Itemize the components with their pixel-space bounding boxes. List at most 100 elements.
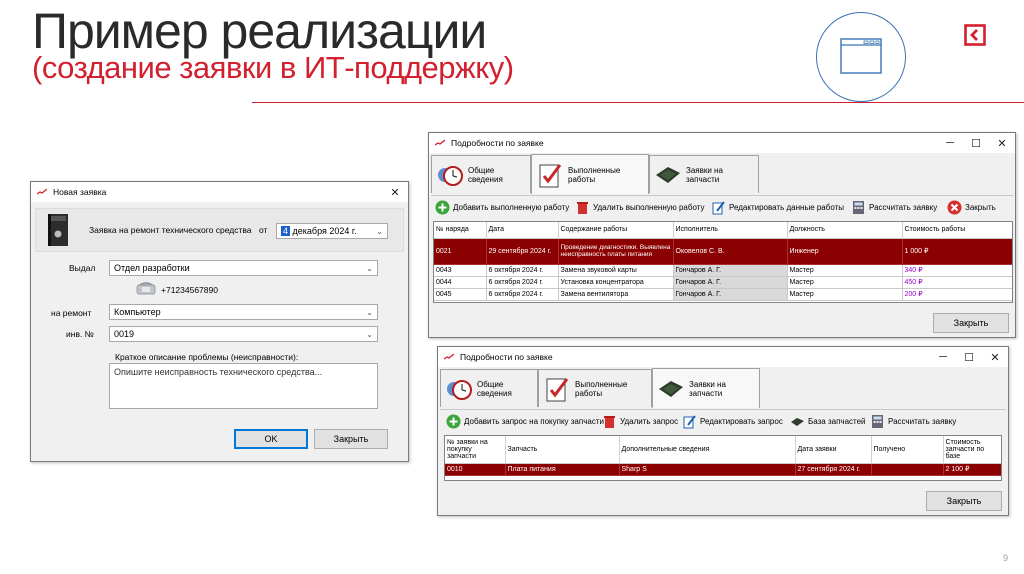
table-cell: 6 октября 2024 г. xyxy=(486,276,559,289)
table-cell: 0044 xyxy=(434,276,487,289)
inv-select[interactable]: 0019 ⌄ xyxy=(109,326,378,342)
edit-request-button[interactable]: Редактировать запрос xyxy=(682,414,783,429)
close-icon[interactable]: ✕ xyxy=(382,182,408,202)
tab-parts-label: Заявки на запчасти xyxy=(689,379,726,398)
edit-work-button[interactable]: Редактировать данные работы xyxy=(711,200,844,215)
parts-grid[interactable]: № заявки на покупку запчасти Запчасть До… xyxy=(444,435,1002,481)
tab-general[interactable]: Общие сведения xyxy=(431,155,531,193)
tab-general-label: Общие сведения xyxy=(477,379,512,398)
col-header[interactable]: № заявки на покупку запчасти xyxy=(445,436,506,464)
calculate-button[interactable]: Рассчитать заявку xyxy=(851,200,937,215)
table-cell: Гончаров А. Г. xyxy=(673,264,788,277)
table-cell: 6 октября 2024 г. xyxy=(486,288,559,301)
table-row[interactable]: 0043 6 октября 2024 г. Замена звуковой к… xyxy=(434,264,1012,277)
tab-parts[interactable]: Заявки на запчасти xyxy=(649,155,759,193)
delete-work-label: Удалить выполненную работу xyxy=(593,203,705,212)
col-header[interactable]: Запчасть xyxy=(505,436,620,464)
tab-parts-label: Заявки на запчасти xyxy=(686,165,723,184)
minimize-icon[interactable]: ─ xyxy=(937,133,963,153)
edit-icon xyxy=(683,415,696,429)
date-picker[interactable]: 4 декабря 2024 г. ⌄ xyxy=(276,223,388,239)
trash-icon xyxy=(577,202,588,214)
add-work-button[interactable]: Добавить выполненную работу xyxy=(435,200,569,215)
maximize-icon[interactable]: ☐ xyxy=(963,133,989,153)
add-part-request-button[interactable]: Добавить запрос на покупку запчасти xyxy=(446,414,604,429)
back-arrow-icon[interactable] xyxy=(964,24,986,46)
issued-select[interactable]: Отдел разработки ⌄ xyxy=(109,260,378,276)
close-toolbar-button[interactable]: Закрыть xyxy=(947,200,996,215)
col-header[interactable]: Содержание работы xyxy=(558,222,674,239)
col-header[interactable]: Исполнитель xyxy=(673,222,788,239)
table-cell: 29 сентября 2024 г. xyxy=(486,238,559,265)
table-cell: Инженер xyxy=(787,238,903,265)
tab-general-label: Общие сведения xyxy=(468,165,503,184)
problem-label: Краткое описание проблемы (неисправности… xyxy=(115,352,299,362)
page-number: 9 xyxy=(1003,553,1009,563)
add-part-request-label: Добавить запрос на покупку запчасти xyxy=(464,417,604,426)
col-header[interactable]: Дата xyxy=(486,222,559,239)
table-cell: Замена вентилятора xyxy=(558,288,674,301)
col-header[interactable]: Дополнительные сведения xyxy=(619,436,796,464)
tab-bar: Общие сведения Выполненные работы Заявки… xyxy=(431,154,1013,195)
table-cell: 200 ₽ xyxy=(902,288,1012,301)
close-icon[interactable]: ✕ xyxy=(982,347,1008,367)
col-header[interactable]: Должность xyxy=(787,222,903,239)
edit-request-label: Редактировать запрос xyxy=(700,417,783,426)
calculate-label: Рассчитать заявку xyxy=(869,203,938,212)
table-row[interactable]: 0045 6 октября 2024 г. Замена вентилятор… xyxy=(434,288,1012,301)
table-row[interactable]: 0010 Плата питания Sharp S 27 сентября 2… xyxy=(445,463,1001,476)
table-cell: 27 сентября 2024 г. xyxy=(795,463,872,476)
close-icon[interactable]: ✕ xyxy=(989,133,1015,153)
clock-icon xyxy=(438,165,463,186)
works-grid[interactable]: № наряда Дата Содержание работы Исполнит… xyxy=(433,221,1013,303)
table-cell: Sharp S xyxy=(619,463,796,476)
tab-works[interactable]: Выполненные работы xyxy=(531,154,649,194)
table-cell: 0021 xyxy=(434,238,487,265)
close-button[interactable]: Закрыть xyxy=(314,429,388,449)
delete-request-button[interactable]: Удалить запрос xyxy=(602,414,678,429)
app-icon xyxy=(444,353,454,360)
close-button[interactable]: Закрыть xyxy=(926,491,1002,511)
window-title: Новая заявка xyxy=(53,187,107,197)
details-works-window: Подробности по заявке ─ ☐ ✕ Общие сведен… xyxy=(428,132,1016,338)
toolbar: Добавить выполненную работу Удалить выпо… xyxy=(431,195,1013,219)
chevron-down-icon: ⌄ xyxy=(366,330,373,339)
chevron-down-icon: ⌄ xyxy=(366,264,373,273)
calculator-icon xyxy=(872,415,883,428)
maximize-icon[interactable]: ☐ xyxy=(956,347,982,367)
col-header[interactable]: Стоимость запчасти по базе xyxy=(943,436,1001,464)
tab-parts[interactable]: Заявки на запчасти xyxy=(652,368,760,408)
slide-subtitle: (создание заявки в ИТ-поддержку) xyxy=(32,50,514,85)
trash-icon xyxy=(604,416,615,428)
header-divider xyxy=(252,102,1024,103)
minimize-icon[interactable]: ─ xyxy=(930,347,956,367)
date-prefix: от xyxy=(259,225,268,235)
repair-value: Компьютер xyxy=(114,307,161,317)
col-header[interactable]: Стоимость работы xyxy=(902,222,1012,239)
delete-work-button[interactable]: Удалить выполненную работу xyxy=(575,200,704,215)
details-parts-window: Подробности по заявке ─ ☐ ✕ Общие сведен… xyxy=(437,346,1009,516)
close-circle-icon xyxy=(947,200,962,215)
table-row[interactable]: 0021 29 сентября 2024 г. Проведение диаг… xyxy=(434,238,1012,265)
close-button[interactable]: Закрыть xyxy=(933,313,1009,333)
table-cell: Оковелов С. В. xyxy=(673,238,788,265)
parts-database-button[interactable]: База запчастей xyxy=(790,414,866,429)
col-header[interactable]: № наряда xyxy=(434,222,487,239)
problem-textarea[interactable]: Опишите неисправность технического средс… xyxy=(109,363,378,409)
col-header[interactable]: Получено xyxy=(871,436,944,464)
tab-general[interactable]: Общие сведения xyxy=(440,369,538,407)
repair-select[interactable]: Компьютер ⌄ xyxy=(109,304,378,320)
edit-work-label: Редактировать данные работы xyxy=(729,203,845,212)
window-title: Подробности по заявке xyxy=(451,138,544,148)
table-cell: Установка концентратора xyxy=(558,276,674,289)
table-cell: 0045 xyxy=(434,288,487,301)
table-row[interactable]: 0044 6 октября 2024 г. Установка концент… xyxy=(434,276,1012,289)
calculate-button[interactable]: Рассчитать заявку xyxy=(870,414,956,429)
tab-works[interactable]: Выполненные работы xyxy=(538,369,652,407)
phone-icon xyxy=(136,282,156,295)
ok-button[interactable]: OK xyxy=(234,429,308,449)
chevron-down-icon: ⌄ xyxy=(366,308,373,317)
tab-works-label: Выполненные работы xyxy=(575,379,628,398)
col-header[interactable]: Дата заявки xyxy=(795,436,872,464)
parts-database-label: База запчастей xyxy=(808,417,866,426)
